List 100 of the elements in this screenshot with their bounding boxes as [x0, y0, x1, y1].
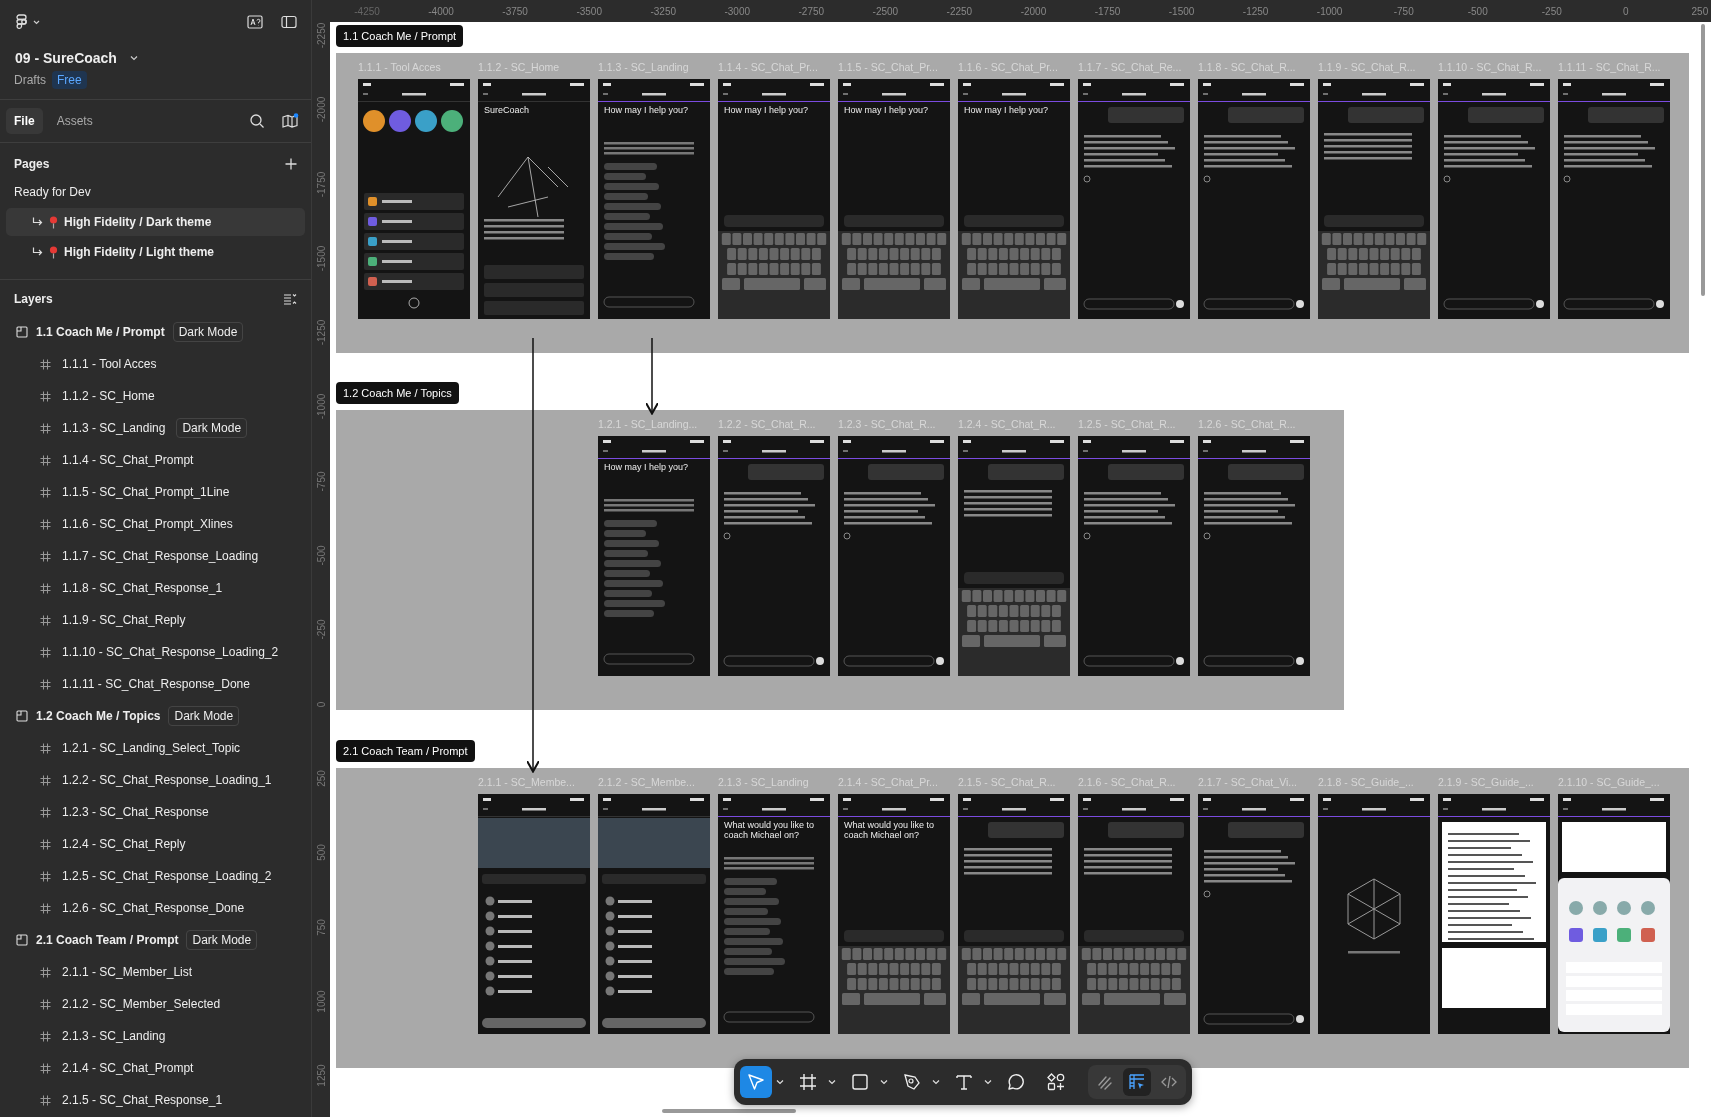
- page-item[interactable]: High Fidelity / Light theme: [6, 238, 305, 266]
- ruler-label: -750: [1392, 5, 1415, 17]
- layer-name: 1.1.7 - SC_Chat_Response_Loading: [62, 549, 259, 563]
- ruler-label: -500: [315, 544, 327, 568]
- layer-row[interactable]: 2.1.2 - SC_Member_Selected: [0, 988, 311, 1020]
- ruler-label: 1250: [315, 1063, 327, 1089]
- layer-name: 1.1.4 - SC_Chat_Prompt: [62, 453, 194, 467]
- page-item[interactable]: Ready for Dev: [6, 178, 305, 206]
- page-name: Ready for Dev: [14, 185, 91, 199]
- layer-name: 2.1 Coach Team / Prompt: [36, 933, 179, 947]
- ruler-label: -3000: [723, 5, 752, 17]
- layer-row[interactable]: 2.1.1 - SC_Member_List: [0, 956, 311, 988]
- layers-heading: Layers: [14, 292, 53, 306]
- section-title[interactable]: 1.1 Coach Me / Prompt: [336, 25, 464, 47]
- layer-name: 1.2 Coach Me / Topics: [36, 709, 161, 723]
- section-title[interactable]: 1.2 Coach Me / Topics: [336, 382, 459, 404]
- layer-row[interactable]: 1.2.3 - SC_Chat_Response: [0, 796, 311, 828]
- screen-heading: What would you like to coach Michael on?: [723, 819, 816, 843]
- project-location[interactable]: Drafts: [14, 73, 46, 87]
- status-badge: Dark Mode: [186, 930, 258, 950]
- layer-row[interactable]: 2.1.4 - SC_Chat_Prompt: [0, 1052, 311, 1084]
- ruler-label: -3250: [649, 5, 677, 17]
- ruler-label: -1500: [1167, 5, 1196, 17]
- ruler-label: -1750: [1093, 5, 1122, 17]
- layer-name: 2.1.5 - SC_Chat_Response_1: [62, 1093, 223, 1107]
- sidebar-tab[interactable]: Assets: [48, 108, 101, 134]
- file-name[interactable]: 09 - SureCoach: [15, 50, 117, 66]
- screen-heading: How may I help you?: [843, 104, 930, 117]
- status-badge: Dark Mode: [172, 322, 244, 342]
- layer-name: 2.1.1 - SC_Member_List: [62, 965, 193, 979]
- ruler-label: 500: [315, 843, 327, 864]
- layer-row[interactable]: 1.2 Coach Me / Topics Dark Mode: [0, 700, 311, 732]
- layer-row[interactable]: 1.1.3 - SC_Landing Dark Mode: [0, 412, 311, 444]
- layer-row[interactable]: 1.2.1 - SC_Landing_Select_Topic: [0, 732, 311, 764]
- layer-row[interactable]: 1.1.5 - SC_Chat_Prompt_1Line: [0, 476, 311, 508]
- sidebar-tab[interactable]: File: [6, 108, 43, 134]
- ruler-label: -500: [1466, 5, 1489, 17]
- layer-name: 2.1.4 - SC_Chat_Prompt: [62, 1061, 194, 1075]
- screen-heading: SureCoach: [483, 104, 531, 117]
- ruler-label: -1500: [315, 244, 327, 274]
- ruler-label: -2000: [315, 96, 327, 125]
- page-item[interactable]: High Fidelity / Dark theme: [6, 208, 305, 236]
- layer-row[interactable]: 1.2.5 - SC_Chat_Response_Loading_2: [0, 860, 311, 892]
- layer-row[interactable]: 1.2.2 - SC_Chat_Response_Loading_1: [0, 764, 311, 796]
- ruler-label: -2000: [1019, 5, 1048, 17]
- layer-row[interactable]: 1.1.9 - SC_Chat_Reply: [0, 604, 311, 636]
- layer-row[interactable]: 2.1 Coach Team / Prompt Dark Mode: [0, 924, 311, 956]
- layer-row[interactable]: 1.1.8 - SC_Chat_Response_1: [0, 572, 311, 604]
- layer-name: 1.1.3 - SC_Landing: [62, 421, 166, 435]
- screen-heading: How may I help you?: [603, 461, 690, 474]
- ruler-label: -2750: [797, 5, 826, 17]
- layer-row[interactable]: 1.1.2 - SC_Home: [0, 380, 311, 412]
- ruler-label: -4250: [353, 5, 381, 17]
- layer-name: 2.1.3 - SC_Landing: [62, 1029, 166, 1043]
- layer-row[interactable]: 1.1 Coach Me / Prompt Dark Mode: [0, 316, 311, 348]
- layer-name: 1.2.5 - SC_Chat_Response_Loading_2: [62, 869, 272, 883]
- layer-name: 1.2.2 - SC_Chat_Response_Loading_1: [62, 773, 272, 787]
- ruler-label: 250: [315, 769, 327, 789]
- layer-row[interactable]: 1.1.1 - Tool Acces: [0, 348, 311, 380]
- page-name: High Fidelity / Dark theme: [64, 215, 212, 229]
- ruler-label: 250: [1690, 5, 1710, 17]
- layer-row[interactable]: 1.1.10 - SC_Chat_Response_Loading_2: [0, 636, 311, 668]
- ruler-label: -250: [1540, 5, 1563, 17]
- layer-row[interactable]: 1.1.11 - SC_Chat_Response_Done: [0, 668, 311, 700]
- layer-row[interactable]: 2.1.5 - SC_Chat_Response_1: [0, 1084, 311, 1116]
- ruler-label: -4000: [427, 5, 455, 17]
- layer-name: 1.1.6 - SC_Chat_Prompt_Xlines: [62, 517, 233, 531]
- layer-name: 1.1.5 - SC_Chat_Prompt_1Line: [62, 485, 230, 499]
- layer-name: 2.1.2 - SC_Member_Selected: [62, 997, 221, 1011]
- status-badge: Dark Mode: [176, 418, 248, 438]
- layer-name: 1.1 Coach Me / Prompt: [36, 325, 165, 339]
- ruler-label: -2250: [945, 5, 974, 17]
- ruler-label: 0: [315, 700, 327, 709]
- layer-name: 1.2.6 - SC_Chat_Response_Done: [62, 901, 245, 915]
- screen-heading: How may I help you?: [603, 104, 690, 117]
- ruler-label: 750: [315, 917, 327, 938]
- layer-row[interactable]: 1.2.4 - SC_Chat_Reply: [0, 828, 311, 860]
- pages-heading: Pages: [14, 157, 50, 171]
- ruler-label: -1750: [315, 170, 327, 199]
- layer-name: 1.1.8 - SC_Chat_Response_1: [62, 581, 223, 595]
- status-badge: Dark Mode: [168, 706, 240, 726]
- ruler-label: -250: [315, 618, 327, 642]
- ruler-label: -1000: [1315, 5, 1344, 17]
- layer-row[interactable]: 1.1.6 - SC_Chat_Prompt_Xlines: [0, 508, 311, 540]
- layer-row[interactable]: 1.1.7 - SC_Chat_Response_Loading: [0, 540, 311, 572]
- ruler-label: -1000: [315, 393, 327, 422]
- layer-row[interactable]: 1.1.4 - SC_Chat_Prompt: [0, 444, 311, 476]
- ruler-label: -3750: [501, 5, 529, 17]
- layer-name: 1.2.1 - SC_Landing_Select_Topic: [62, 741, 241, 755]
- layer-row[interactable]: 2.1.3 - SC_Landing: [0, 1020, 311, 1052]
- plan-badge: Free: [52, 71, 87, 89]
- layer-name: 1.1.9 - SC_Chat_Reply: [62, 613, 186, 627]
- section-title[interactable]: 2.1 Coach Team / Prompt: [336, 740, 475, 762]
- layer-name: 1.2.4 - SC_Chat_Reply: [62, 837, 186, 851]
- layer-name: 1.1.10 - SC_Chat_Response_Loading_2: [62, 645, 279, 659]
- ruler-label: 0: [1622, 5, 1630, 17]
- screen-heading: What would you like to coach Michael on?: [843, 819, 936, 843]
- layer-row[interactable]: 1.2.6 - SC_Chat_Response_Done: [0, 892, 311, 924]
- layer-name: 1.2.3 - SC_Chat_Response: [62, 805, 209, 819]
- ruler-label: -750: [315, 470, 327, 494]
